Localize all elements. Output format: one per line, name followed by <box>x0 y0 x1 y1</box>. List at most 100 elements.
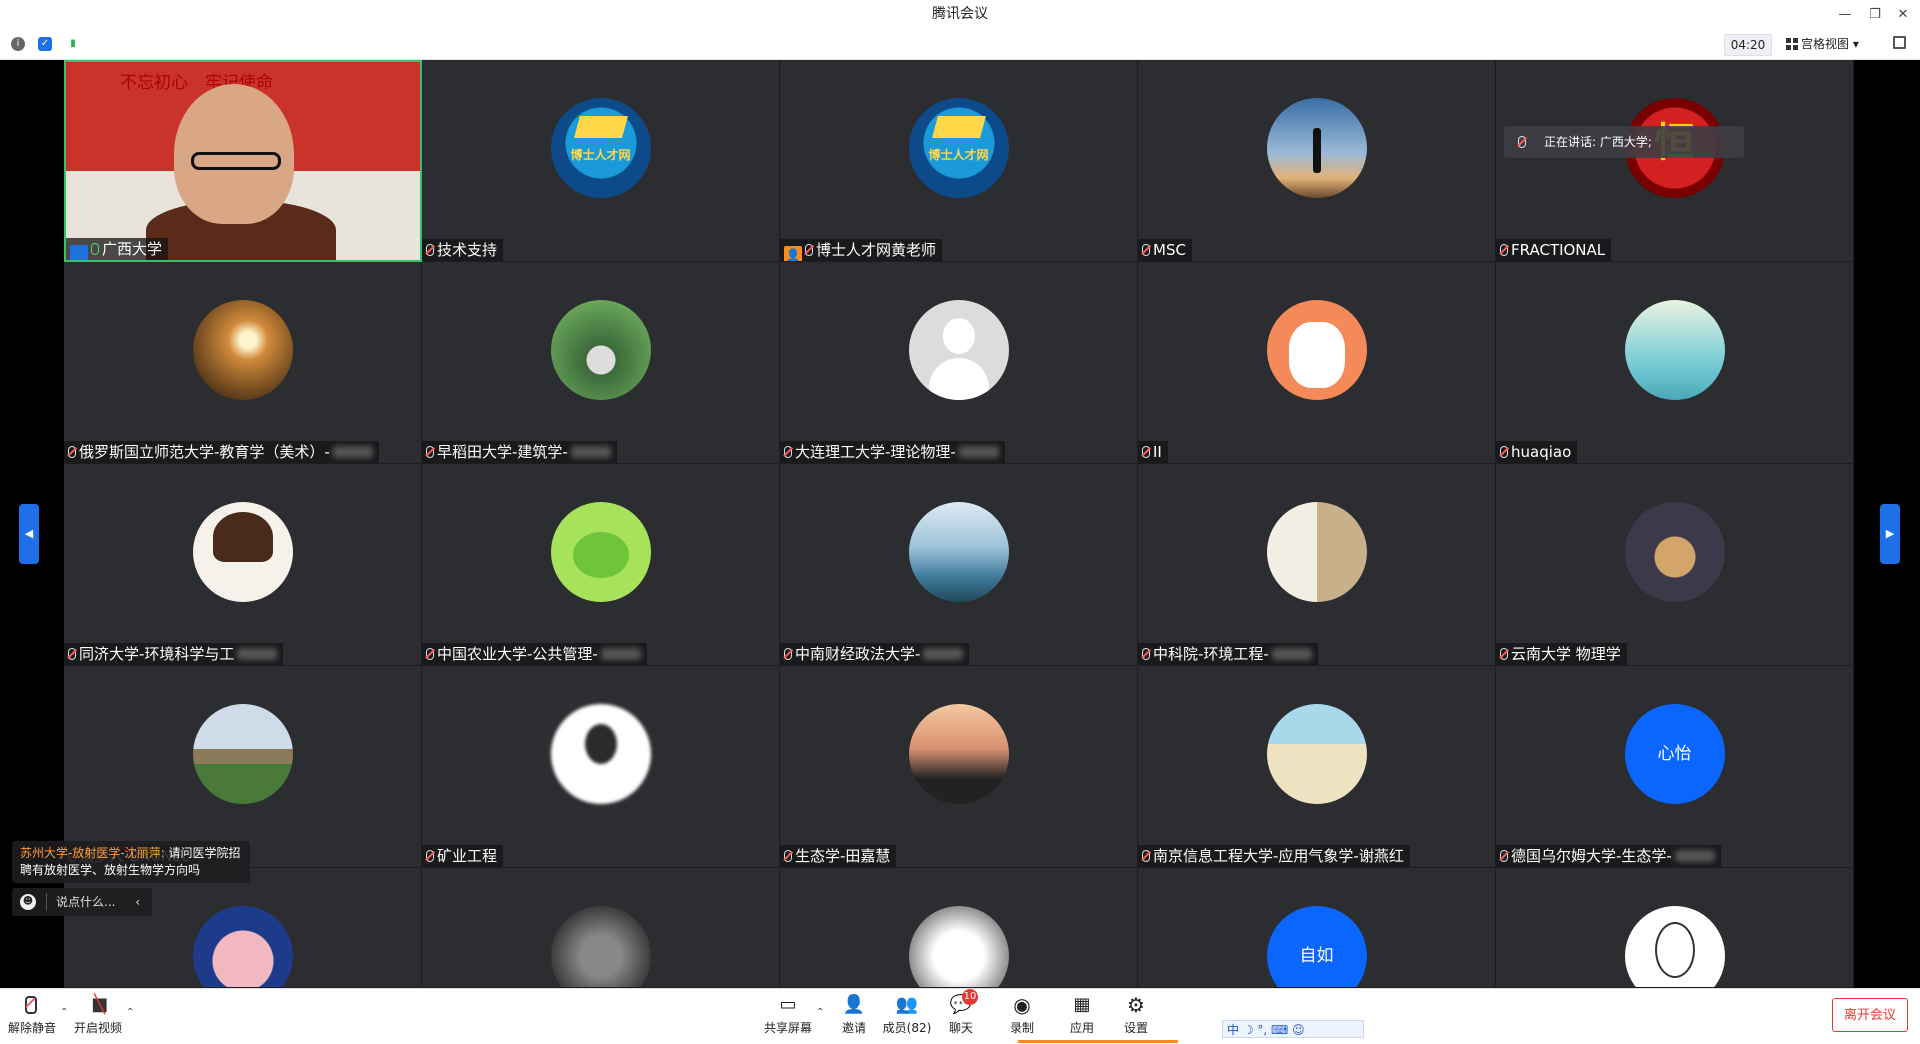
mic-muted-icon <box>784 648 792 660</box>
participant-tile[interactable]: II <box>1138 262 1496 464</box>
avatar: 博士人才网 <box>550 98 651 198</box>
participant-tile[interactable]: 大连理工大学-理论物理- <box>780 262 1138 464</box>
start-video-button[interactable]: ■╲ 开启视频 <box>68 993 128 1036</box>
participant-tile[interactable] <box>1496 868 1854 988</box>
members-button[interactable]: 👥 成员(82) <box>877 993 937 1036</box>
participant-tile[interactable]: 生态学-田嘉慧 <box>780 666 1138 868</box>
redacted-text <box>1674 850 1715 862</box>
restore-icon[interactable]: ❐ <box>1860 0 1890 29</box>
avatar <box>908 906 1009 987</box>
participant-name-tag: 早稻田大学-建筑学- <box>422 441 617 463</box>
avatar <box>908 704 1009 804</box>
participant-tile[interactable]: 同济大学-环境科学与工 <box>64 464 422 666</box>
prev-page-button[interactable]: ◀ <box>19 504 39 564</box>
avatar <box>550 906 651 987</box>
speaking-label: 正在讲话: 广西大学; <box>1544 135 1652 149</box>
participant-tile[interactable] <box>64 868 422 988</box>
chat-sender: 苏州大学-放射医学-沈丽萍: <box>20 846 165 860</box>
participant-tile[interactable]: 中国农业大学-公共管理- <box>422 464 780 666</box>
next-page-button[interactable]: ▶ <box>1880 504 1900 564</box>
minimize-icon[interactable]: — <box>1830 0 1860 29</box>
members-label: 成员(82) <box>882 1021 932 1035</box>
participant-name: 云南大学 物理学 <box>1511 645 1621 663</box>
participant-tile[interactable] <box>422 868 780 988</box>
logo-text: 博士人才网 <box>928 148 989 162</box>
record-icon: ◉ <box>1013 993 1031 1017</box>
ime-toolbar[interactable]: 中 ☽ °, ⌨ ☺ <box>1222 1020 1364 1038</box>
video-figure <box>191 152 281 170</box>
logo-text: 博士人才网 <box>570 148 631 162</box>
participant-tile[interactable]: 南京信息工程大学-应用气象学-谢燕红 <box>1138 666 1496 868</box>
participant-name-tag: 中国农业大学-公共管理- <box>422 643 647 665</box>
participant-name: 博士人才网黄老师 <box>816 241 937 259</box>
participant-name: 德国乌尔姆大学-生态学- <box>1511 847 1672 865</box>
mic-muted-icon <box>426 446 434 458</box>
collapse-chat-icon[interactable]: ‹ <box>135 888 140 916</box>
avatar <box>1266 98 1367 198</box>
chat-button[interactable]: 💬 10 聊天 <box>931 989 991 1036</box>
participant-tile[interactable]: MSC <box>1138 60 1496 262</box>
participant-tile[interactable]: 心怡德国乌尔姆大学-生态学- <box>1496 666 1854 868</box>
mic-active-icon <box>91 243 99 255</box>
info-icon[interactable]: i <box>11 37 25 51</box>
participant-tile[interactable]: 矿业工程 <box>422 666 780 868</box>
participant-tile[interactable]: 中科院-环境工程- <box>1138 464 1496 666</box>
avatar: 心怡 <box>1624 704 1725 804</box>
cohost-icon: 👤 <box>784 246 802 262</box>
grid-view-label: 宫格视图 <box>1801 37 1850 51</box>
avatar <box>908 502 1009 602</box>
leave-meeting-button[interactable]: 离开会议 <box>1832 998 1908 1032</box>
share-screen-icon: ▭ <box>779 994 797 1015</box>
redacted-text <box>1271 648 1312 660</box>
apps-button[interactable]: ▦ 应用 <box>1052 993 1112 1036</box>
participant-tile[interactable]: 俄罗斯国立师范大学-教育学（美术）- <box>64 262 422 464</box>
record-button[interactable]: ◉ 录制 <box>992 993 1052 1036</box>
participant-name-tag: 中科院-环境工程- <box>1138 643 1318 665</box>
chat-input[interactable]: ☻ 说点什么... ‹ <box>12 888 152 916</box>
participant-name: MSC <box>1153 241 1186 259</box>
chat-message: 苏州大学-放射医学-沈丽萍: 请问医学院招聘有放射医学、放射生物学方向吗 <box>12 841 250 883</box>
participant-name: huaqiao <box>1511 443 1572 461</box>
participant-name: 中南财经政法大学- <box>795 645 921 663</box>
redacted-text <box>570 446 611 458</box>
emoji-icon[interactable]: ☻ <box>20 894 36 910</box>
participant-tile[interactable]: 云南大学 物理学 <box>1496 464 1854 666</box>
participant-tile[interactable]: huaqiao <box>1496 262 1854 464</box>
chat-icon: 💬 10 <box>949 989 978 1015</box>
camera-off-icon: ■╲ <box>91 994 109 1015</box>
unmute-button[interactable]: 解除静音 <box>2 993 62 1036</box>
shield-icon[interactable]: ✓ <box>38 37 52 51</box>
participant-tile[interactable]: 自如 <box>1138 868 1496 988</box>
participant-name-tag: 👤 博士人才网黄老师 <box>780 239 943 262</box>
settings-button[interactable]: ⚙ 设置 <box>1106 993 1166 1036</box>
meeting-toolbar: i ✓ ▮ 04:20 宫格视图 ▾ <box>0 29 1920 60</box>
fullscreen-icon[interactable] <box>1893 36 1906 49</box>
close-icon[interactable]: ✕ <box>1888 0 1918 29</box>
signal-icon[interactable]: ▮ <box>66 37 80 51</box>
avatar <box>1624 502 1725 602</box>
grid-view-icon <box>1786 38 1798 50</box>
participant-name: 技术支持 <box>437 241 498 259</box>
mic-muted-icon <box>1142 244 1150 256</box>
participant-tile[interactable] <box>780 868 1138 988</box>
participant-tile[interactable]: 早稻田大学-建筑学- <box>422 262 780 464</box>
invite-button[interactable]: 👤 邀请 <box>824 993 884 1036</box>
avatar <box>908 300 1009 400</box>
apps-label: 应用 <box>1069 1021 1094 1035</box>
participant-tile[interactable]: 不忘初心 牢记使命 👤 广西大学 <box>64 60 422 262</box>
redacted-text <box>237 648 278 660</box>
avatar <box>550 502 651 602</box>
video-options-chevron[interactable]: ⌃ <box>126 1007 134 1018</box>
participant-tile[interactable]: 中南财经政法大学- <box>780 464 1138 666</box>
participant-tile[interactable]: 博士人才网 👤 博士人才网黄老师 <box>780 60 1138 262</box>
share-screen-button[interactable]: ▭ 共享屏幕 <box>758 993 818 1036</box>
avatar <box>1266 704 1367 804</box>
grid-view-button[interactable]: 宫格视图 ▾ <box>1786 34 1859 54</box>
participant-tile[interactable]: 追梦人-BRUNEL <box>64 666 422 868</box>
avatar <box>192 906 293 987</box>
participant-tile[interactable]: 博士人才网技术支持 <box>422 60 780 262</box>
participant-tile[interactable]: 恒FRACTIONAL <box>1496 60 1854 262</box>
redacted-text <box>958 446 999 458</box>
avatar <box>192 704 293 804</box>
participant-name-tag: 技术支持 <box>422 239 504 261</box>
